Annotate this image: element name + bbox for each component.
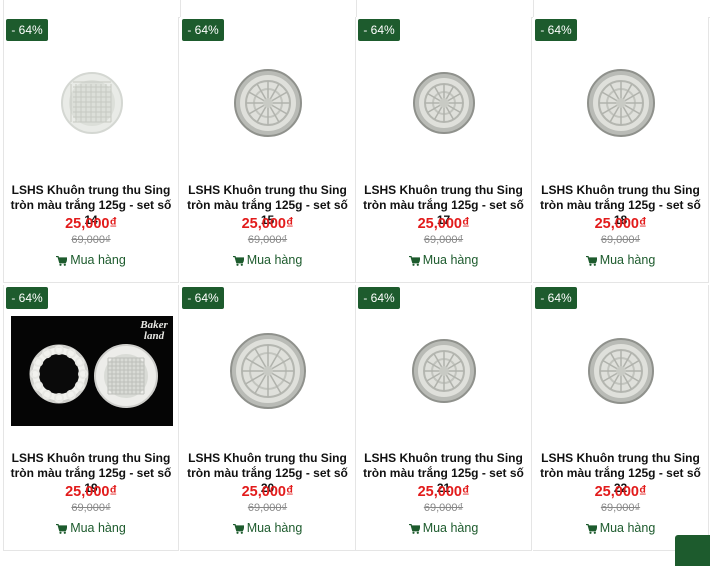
cart-icon: [56, 253, 70, 267]
product-card[interactable]: - 64% LSHS Khuôn trung thu Sing tròn màu…: [180, 285, 356, 551]
original-price: 69,000₫: [600, 502, 641, 514]
cart-icon: [408, 253, 423, 267]
product-image[interactable]: Baker land: [4, 313, 180, 429]
buy-label: Mua hàng: [599, 253, 656, 267]
buy-button[interactable]: Mua hàng: [533, 253, 708, 267]
brand-logo-text: Baker land: [140, 319, 168, 342]
buy-button[interactable]: Mua hàng: [4, 253, 178, 267]
original-price: 69,000₫: [247, 502, 288, 514]
discount-badge: - 64%: [182, 19, 224, 41]
original-price: 69,000₫: [71, 502, 111, 514]
cart-icon: [232, 253, 247, 267]
previous-row-edge: [3, 0, 710, 18]
original-price: 69,000₫: [71, 234, 111, 246]
cart-icon: [585, 521, 600, 535]
product-card[interactable]: - 64% LSHS Khuôn trung thu Sing tròn màu…: [180, 17, 356, 283]
buy-button[interactable]: Mua hàng: [356, 253, 531, 267]
floating-action-button[interactable]: [675, 535, 710, 566]
product-image[interactable]: [533, 45, 709, 161]
product-card[interactable]: - 64% LSHS Khuôn trung thu Sing tròn màu…: [3, 17, 179, 283]
cart-icon: [56, 521, 70, 535]
product-image[interactable]: [180, 313, 356, 429]
original-price: 69,000₫: [423, 502, 464, 514]
buy-label: Mua hàng: [599, 521, 656, 535]
buy-button[interactable]: Mua hàng: [180, 253, 355, 267]
sale-price: 25,000₫: [417, 484, 470, 500]
buy-label: Mua hàng: [70, 521, 126, 535]
product-image[interactable]: [356, 313, 532, 429]
product-image[interactable]: [4, 45, 180, 161]
discount-badge: - 64%: [358, 19, 400, 41]
discount-badge: - 64%: [6, 287, 48, 309]
product-card[interactable]: - 64% LSHS Khuôn trung thu Sing tròn màu…: [356, 285, 532, 551]
product-image[interactable]: [180, 45, 356, 161]
buy-label: Mua hàng: [70, 253, 126, 267]
original-price: 69,000₫: [423, 234, 464, 246]
product-card[interactable]: - 64% LSHS Khuôn trung thu Sing tròn màu…: [533, 17, 709, 283]
buy-button[interactable]: Mua hàng: [356, 521, 531, 535]
sale-price: 25,000₫: [65, 484, 117, 500]
cart-icon: [232, 521, 247, 535]
sale-price: 25,000₫: [594, 484, 647, 500]
discount-badge: - 64%: [358, 287, 400, 309]
buy-button[interactable]: Mua hàng: [4, 521, 178, 535]
sale-price: 25,000₫: [417, 216, 470, 232]
cart-icon: [408, 521, 423, 535]
original-price: 69,000₫: [247, 234, 288, 246]
buy-label: Mua hàng: [422, 521, 479, 535]
product-image[interactable]: [533, 313, 709, 429]
buy-button[interactable]: Mua hàng: [533, 521, 708, 535]
discount-badge: - 64%: [6, 19, 48, 41]
product-card[interactable]: - 64% LSHS Khuôn trung thu Sing tròn màu…: [356, 17, 532, 283]
product-image[interactable]: [356, 45, 532, 161]
discount-badge: - 64%: [535, 287, 577, 309]
sale-price: 25,000₫: [594, 216, 647, 232]
sale-price: 25,000₫: [241, 216, 294, 232]
sale-price: 25,000₫: [241, 484, 294, 500]
cart-icon: [585, 253, 600, 267]
sale-price: 25,000₫: [65, 216, 117, 232]
product-card[interactable]: - 64% Baker land LSHS Khuôn trung thu Si…: [3, 285, 179, 551]
original-price: 69,000₫: [600, 234, 641, 246]
buy-button[interactable]: Mua hàng: [180, 521, 355, 535]
discount-badge: - 64%: [182, 287, 224, 309]
product-card[interactable]: - 64% LSHS Khuôn trung thu Sing tròn màu…: [533, 285, 709, 551]
buy-label: Mua hàng: [246, 253, 303, 267]
product-grid: - 64% LSHS Khuôn trung thu Sing tròn màu…: [3, 0, 710, 552]
buy-label: Mua hàng: [246, 521, 303, 535]
discount-badge: - 64%: [535, 19, 577, 41]
buy-label: Mua hàng: [422, 253, 479, 267]
